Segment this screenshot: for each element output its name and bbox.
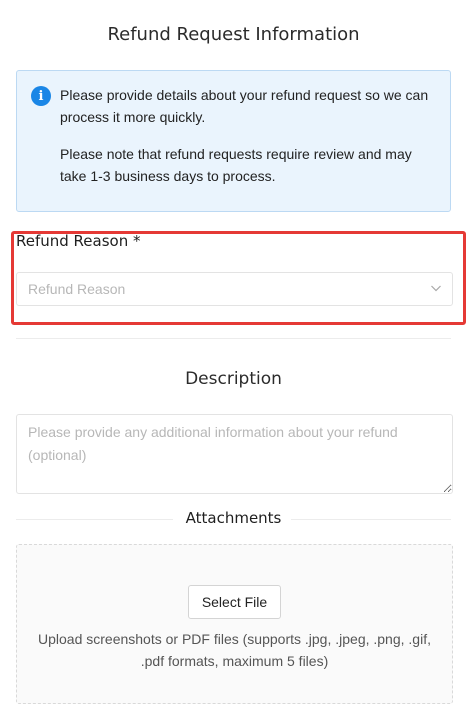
attachments-divider-right: [291, 519, 451, 520]
description-title: Description: [185, 369, 282, 389]
section-divider: [16, 338, 451, 339]
attachments-title: Attachments: [185, 509, 282, 527]
attachments-header: Attachments: [16, 508, 451, 530]
chevron-down-icon: [431, 285, 441, 292]
select-file-button[interactable]: Select File: [188, 585, 281, 619]
notice-paragraph-review: Please note that refund requests require…: [60, 146, 412, 184]
page-title: Refund Request Information: [107, 24, 360, 45]
refund-reason-select[interactable]: Refund Reason: [16, 272, 453, 306]
notice-paragraph-details: Please provide details about your refund…: [60, 87, 429, 125]
info-icon: i: [31, 86, 51, 106]
upload-hint: Upload screenshots or PDF files (support…: [38, 631, 431, 669]
info-notice: i Please provide details about your refu…: [16, 70, 451, 212]
refund-reason-placeholder: Refund Reason: [28, 281, 126, 297]
refund-reason-label: Refund Reason *: [16, 232, 141, 250]
description-textarea[interactable]: [16, 414, 453, 494]
file-dropzone[interactable]: Select File Upload screenshots or PDF fi…: [16, 544, 453, 704]
